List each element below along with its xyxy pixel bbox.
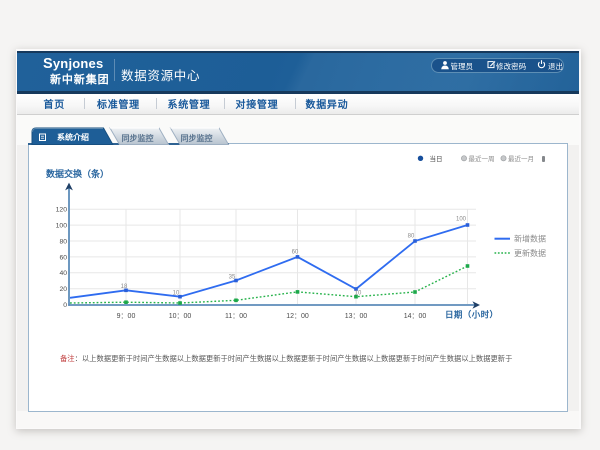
- svg-text:最近一周: 最近一周: [469, 154, 495, 163]
- svg-text:100: 100: [56, 223, 68, 230]
- svg-text:60: 60: [292, 250, 299, 256]
- svg-text:14：00: 14：00: [404, 313, 427, 320]
- svg-text:10：00: 10：00: [169, 313, 192, 320]
- svg-text:10: 10: [173, 291, 180, 297]
- svg-text:日期（小时）: 日期（小时）: [445, 310, 498, 320]
- svg-text:数据交换（条）: 数据交换（条）: [46, 168, 109, 179]
- svg-text:0: 0: [63, 302, 67, 309]
- svg-text:更新数据: 更新数据: [514, 248, 546, 258]
- svg-text:40: 40: [59, 270, 67, 277]
- svg-text:120: 120: [56, 207, 68, 214]
- svg-text:18: 18: [121, 284, 128, 290]
- svg-text:9：00: 9：00: [117, 313, 136, 320]
- svg-text:35: 35: [229, 275, 236, 281]
- svg-text:12：00: 12：00: [286, 313, 309, 320]
- svg-text:最近一月: 最近一月: [508, 154, 534, 163]
- svg-text:11：00: 11：00: [225, 313, 247, 320]
- svg-text:80: 80: [59, 238, 67, 245]
- svg-text:60: 60: [59, 254, 67, 261]
- svg-text:20: 20: [59, 286, 67, 293]
- svg-text:13：00: 13：00: [345, 313, 368, 320]
- svg-text:10: 10: [355, 291, 362, 297]
- svg-text:当日: 当日: [430, 154, 443, 163]
- svg-text:新增数据: 新增数据: [514, 234, 546, 244]
- svg-text:80: 80: [408, 234, 415, 240]
- svg-text:备注：以上数据更新于时间产生数据以上数据更新于时间产生数据以: 备注：以上数据更新于时间产生数据以上数据更新于时间产生数据以上数据更新于时间产生…: [60, 354, 512, 363]
- svg-text:100: 100: [456, 217, 467, 223]
